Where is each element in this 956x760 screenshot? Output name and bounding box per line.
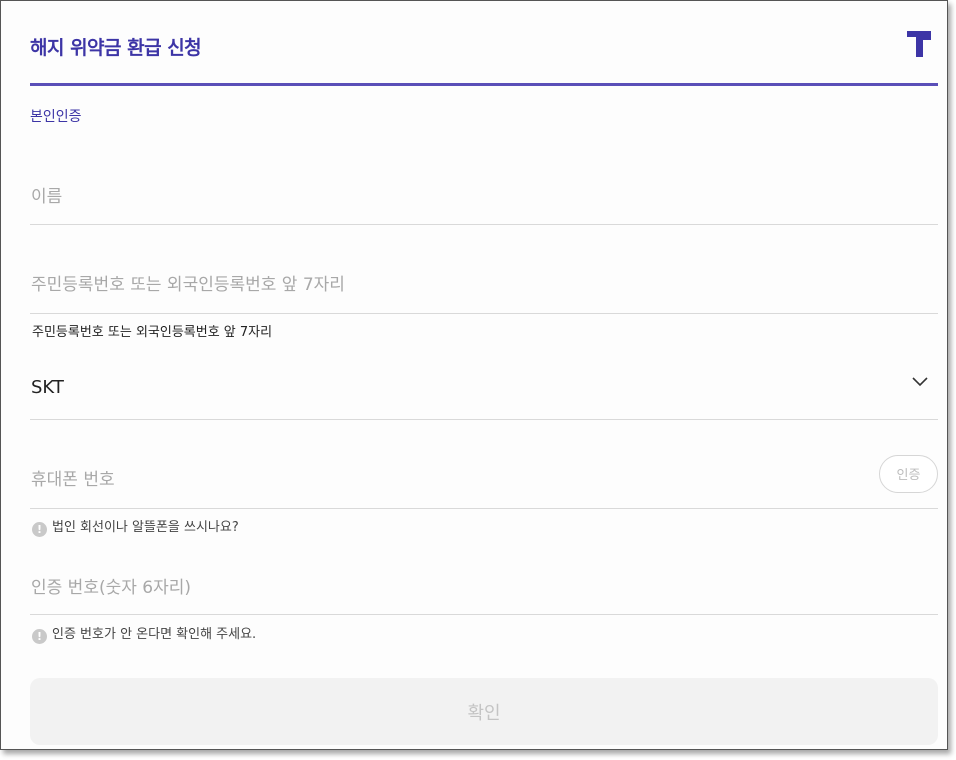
application-window: 해지 위약금 환급 신청 본인인증 이름 주민등록번호 또는 외국인등록번호 앞… [0,0,948,750]
resident-number-helper: 주민등록번호 또는 외국인등록번호 앞 7자리 [32,325,273,340]
name-placeholder: 이름 [31,187,63,207]
info-exclamation-icon: ! [32,522,47,537]
carrier-select[interactable]: SKT [30,365,938,420]
carrier-selected-value: SKT [31,377,64,398]
phone-field[interactable]: 휴대폰 번호 인증 [30,435,938,509]
code-hint[interactable]: ! 인증 번호가 안 온다면 확인해 주세요. [32,623,256,644]
section-label: 본인인증 [30,109,82,125]
phone-hint-text: 법인 회선이나 알뜰폰을 쓰시나요? [52,520,239,535]
phone-placeholder: 휴대폰 번호 [31,470,115,490]
code-hint-text: 인증 번호가 안 온다면 확인해 주세요. [52,627,257,642]
resident-number-field[interactable]: 주민등록번호 또는 외국인등록번호 앞 7자리 [30,251,938,314]
t-logo-icon [907,31,931,57]
chevron-down-icon[interactable] [912,377,928,387]
page-title: 해지 위약금 환급 신청 [30,37,202,59]
verify-button[interactable]: 인증 [879,455,938,493]
header-divider [30,83,938,86]
phone-hint[interactable]: ! 법인 회선이나 알뜰폰을 쓰시나요? [32,516,239,537]
name-field[interactable]: 이름 [30,161,938,225]
resident-number-placeholder: 주민등록번호 또는 외국인등록번호 앞 7자리 [31,275,345,295]
verification-code-placeholder: 인증 번호(숫자 6자리) [31,578,192,598]
confirm-button[interactable]: 확인 [30,678,938,745]
verification-code-field[interactable]: 인증 번호(숫자 6자리) [30,551,938,615]
page-header: 해지 위약금 환급 신청 [30,31,931,83]
info-exclamation-icon: ! [32,629,47,644]
